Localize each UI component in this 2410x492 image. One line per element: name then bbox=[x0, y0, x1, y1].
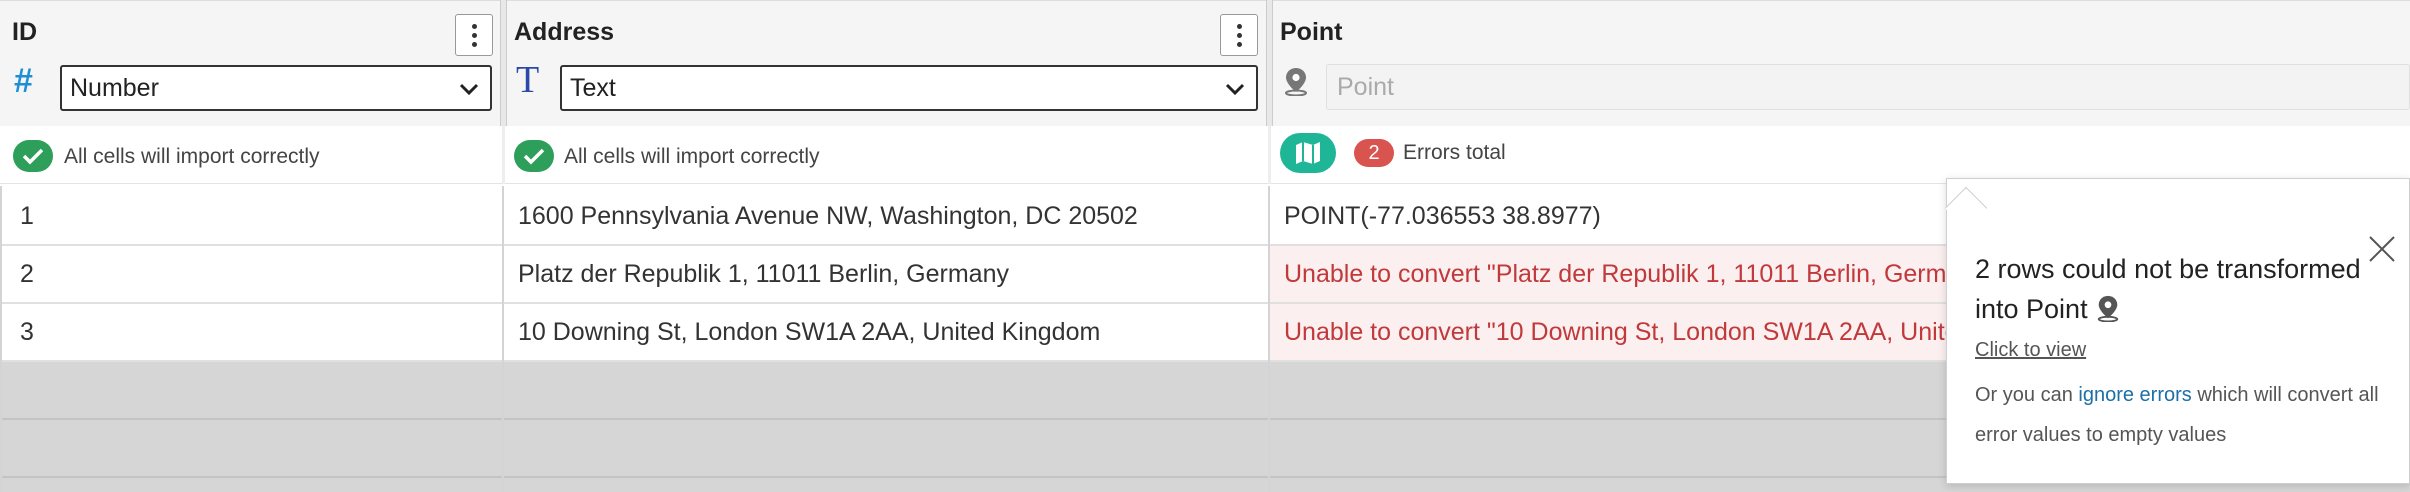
status-divider bbox=[1268, 126, 1271, 184]
kebab-menu-icon bbox=[471, 23, 477, 47]
map-icon bbox=[1296, 142, 1320, 164]
popover-body: Or you can ignore errors which will conv… bbox=[1975, 375, 2405, 455]
click-to-view-link[interactable]: Click to view bbox=[1975, 339, 2086, 362]
cell-address[interactable]: 10 Downing St, London SW1A 2AA, United K… bbox=[518, 318, 1100, 347]
column-divider bbox=[502, 186, 504, 492]
column-type-select-id[interactable]: Number bbox=[60, 65, 492, 111]
column-status-row bbox=[0, 126, 2410, 184]
cell-id[interactable]: 3 bbox=[20, 318, 34, 347]
success-check-icon bbox=[13, 140, 53, 172]
column-type-placeholder: Point bbox=[1337, 72, 1394, 101]
kebab-menu-icon bbox=[1236, 23, 1242, 47]
cell-point-error[interactable]: Unable to convert "10 Downing St, London… bbox=[1284, 318, 1959, 347]
column-type-value: Text bbox=[570, 73, 616, 102]
column-title-point: Point bbox=[1280, 18, 1343, 46]
column-menu-button-address[interactable] bbox=[1220, 14, 1258, 56]
column-status-address: All cells will import correctly bbox=[564, 145, 820, 168]
column-type-value: Number bbox=[70, 73, 159, 102]
column-title-address: Address bbox=[514, 18, 615, 46]
map-view-button[interactable] bbox=[1280, 133, 1336, 173]
map-pin-icon bbox=[2097, 295, 2119, 323]
hash-icon: # bbox=[14, 62, 33, 100]
chevron-down-icon bbox=[459, 83, 479, 96]
column-menu-button-id[interactable] bbox=[455, 14, 493, 56]
popover-body-prefix: Or you can bbox=[1975, 384, 2073, 406]
errors-total-label: Errors total bbox=[1403, 141, 1506, 164]
cell-id[interactable]: 1 bbox=[20, 202, 34, 231]
ignore-errors-link[interactable]: ignore errors bbox=[2078, 384, 2191, 406]
column-resize-handle[interactable] bbox=[500, 0, 507, 126]
column-type-input-point[interactable]: Point bbox=[1326, 64, 2410, 110]
cell-address[interactable]: Platz der Republik 1, 11011 Berlin, Germ… bbox=[518, 260, 1009, 289]
cell-point-error[interactable]: Unable to convert "Platz der Republik 1,… bbox=[1284, 260, 1946, 289]
text-type-icon: T bbox=[516, 59, 540, 101]
column-divider bbox=[0, 186, 2, 492]
popover-title-text: 2 rows could not be transformed into Poi… bbox=[1975, 254, 2361, 324]
cell-id[interactable]: 2 bbox=[20, 260, 34, 289]
column-title-id: ID bbox=[12, 18, 37, 46]
column-type-select-address[interactable]: Text bbox=[560, 65, 1258, 111]
column-status-id: All cells will import correctly bbox=[64, 145, 320, 168]
status-divider bbox=[502, 126, 505, 184]
chevron-down-icon bbox=[1225, 83, 1245, 96]
column-divider bbox=[1268, 186, 1270, 492]
success-check-icon bbox=[514, 140, 554, 172]
cell-address[interactable]: 1600 Pennsylvania Avenue NW, Washington,… bbox=[518, 202, 1138, 231]
map-pin-icon bbox=[1285, 68, 1307, 96]
column-resize-handle[interactable] bbox=[1266, 0, 1273, 126]
error-count-badge: 2 bbox=[1354, 139, 1394, 167]
cell-point[interactable]: POINT(-77.036553 38.8977) bbox=[1284, 202, 1601, 231]
popover-title: 2 rows could not be transformed into Poi… bbox=[1975, 249, 2405, 329]
error-popover: 2 rows could not be transformed into Poi… bbox=[1946, 178, 2410, 484]
